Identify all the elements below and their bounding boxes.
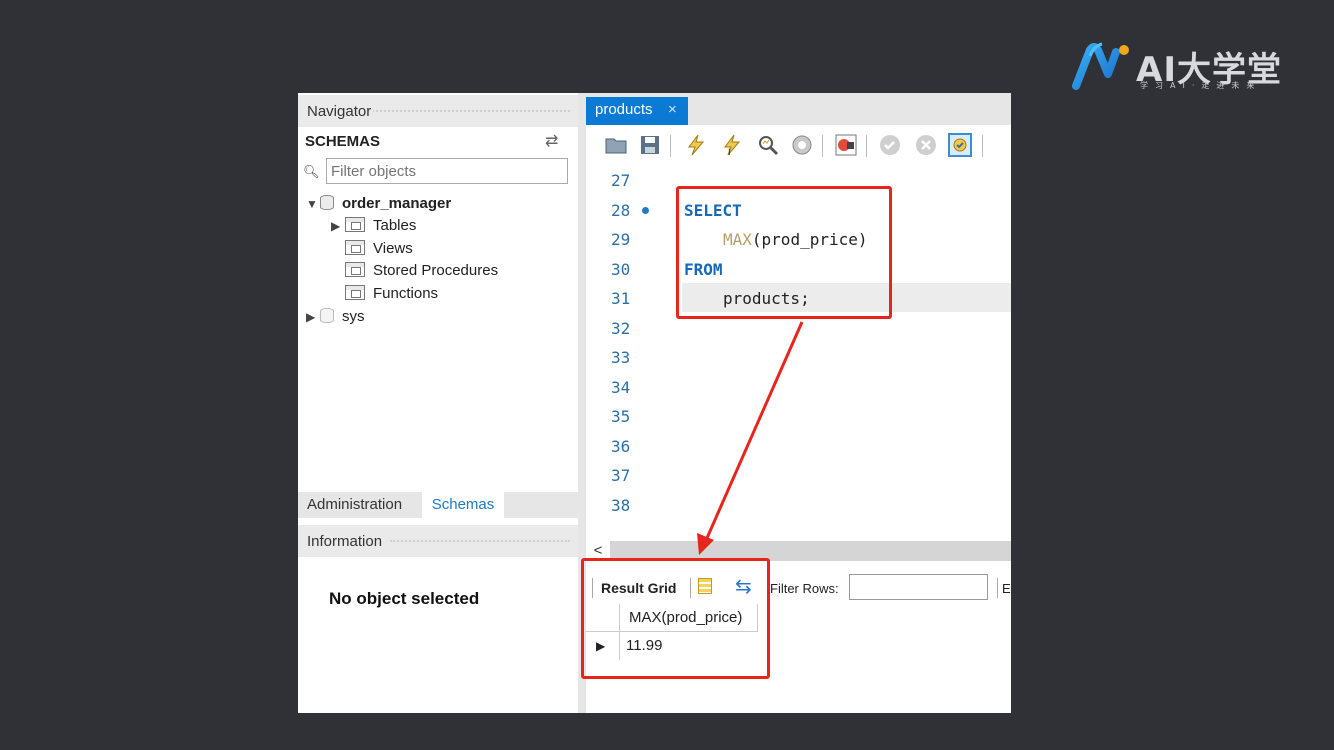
navigator-panel: Navigator SCHEMAS ⇄ 🔍︎ ▼ order_manager ▶ T… xyxy=(298,93,578,713)
database-icon xyxy=(320,195,334,210)
toolbar-separator xyxy=(997,578,998,598)
tab-administration[interactable]: Administration xyxy=(298,492,412,518)
tree-item-label: Views xyxy=(373,240,413,257)
tree-item-views[interactable]: Views xyxy=(345,240,413,262)
filter-rows-label: Filter Rows: xyxy=(770,581,839,596)
result-highlight-box xyxy=(581,558,770,679)
toolbar-separator xyxy=(982,135,983,157)
line-number: 38 xyxy=(611,495,631,515)
code-highlight-box xyxy=(676,186,892,319)
close-tab-icon[interactable]: × xyxy=(668,97,677,123)
refresh-schemas-icon[interactable]: ⇄ xyxy=(545,131,558,151)
functions-folder-icon xyxy=(345,285,365,300)
tree-item-tables[interactable]: ▶ Tables xyxy=(331,217,416,239)
toggle-error-stop-icon[interactable] xyxy=(834,133,858,157)
editor-tabbar: products × xyxy=(586,93,1011,125)
navigator-header: Navigator xyxy=(298,95,578,127)
line-number: 33 xyxy=(611,348,631,367)
schema-filter: 🔍︎ xyxy=(303,158,569,188)
expand-down-icon[interactable]: ▼ xyxy=(306,197,320,211)
logo-subtitle: 学习AI·走进未来 xyxy=(1140,81,1262,90)
editor-toolbar: I xyxy=(586,125,1011,165)
toolbar-separator xyxy=(866,135,867,157)
line-number: 27 xyxy=(611,171,631,190)
execute-current-icon[interactable]: I xyxy=(720,133,744,157)
line-number: 28 xyxy=(611,200,631,220)
toolbar-separator xyxy=(822,135,823,157)
explain-icon[interactable] xyxy=(756,133,780,157)
navigator-title: Navigator xyxy=(307,103,374,120)
expand-right-icon[interactable]: ▶ xyxy=(306,310,320,324)
line-number: 36 xyxy=(611,436,631,456)
filter-rows-input[interactable] xyxy=(849,574,988,600)
code-line[interactable]: 36 xyxy=(586,431,1011,460)
line-number: 30 xyxy=(611,259,631,279)
line-number: 29 xyxy=(611,230,631,249)
views-folder-icon xyxy=(345,240,365,255)
commit-icon[interactable] xyxy=(878,133,902,157)
line-number: 35 xyxy=(611,407,631,426)
logo-mark-icon xyxy=(1072,42,1129,90)
divider xyxy=(390,540,570,542)
procedures-folder-icon xyxy=(345,262,365,277)
statement-marker-icon[interactable] xyxy=(642,206,649,214)
autocommit-icon[interactable] xyxy=(948,133,972,157)
line-number: 31 xyxy=(611,289,631,308)
code-line[interactable]: 34 xyxy=(586,372,1011,401)
line-number: 34 xyxy=(611,377,631,397)
database-icon xyxy=(320,308,334,323)
divider xyxy=(368,110,570,112)
tab-products[interactable]: products × xyxy=(586,97,688,125)
tab-label: products xyxy=(595,101,653,118)
tree-item-label: order_manager xyxy=(342,195,452,212)
tree-item-label: sys xyxy=(342,308,365,325)
information-header: Information xyxy=(298,525,578,557)
tree-item-stored-procedures[interactable]: Stored Procedures xyxy=(345,262,498,284)
line-number: 37 xyxy=(611,466,631,485)
schemas-title: SCHEMAS xyxy=(305,133,381,150)
code-line[interactable]: 37 xyxy=(586,460,1011,489)
expand-right-icon[interactable]: ▶ xyxy=(331,219,345,233)
truncated-label: E xyxy=(1002,581,1011,596)
tree-item-sys[interactable]: ▶ sys xyxy=(306,308,365,330)
tree-item-functions[interactable]: Functions xyxy=(345,285,438,307)
tree-item-label: Stored Procedures xyxy=(373,262,499,279)
filter-objects-input[interactable] xyxy=(326,158,568,184)
execute-icon[interactable] xyxy=(684,133,708,157)
code-line[interactable]: 35 xyxy=(586,401,1011,430)
rollback-icon[interactable] xyxy=(914,133,938,157)
information-title: Information xyxy=(307,533,385,550)
table-folder-icon xyxy=(345,217,365,232)
tab-schemas[interactable]: Schemas xyxy=(422,492,504,518)
tree-item-label: Tables xyxy=(373,217,417,234)
tree-item-label: Functions xyxy=(373,285,439,302)
toolbar-separator xyxy=(670,135,671,157)
svg-text:I: I xyxy=(728,148,731,157)
tree-item-order-manager[interactable]: ▼ order_manager xyxy=(306,195,451,217)
open-file-icon[interactable] xyxy=(604,133,628,157)
no-object-message: No object selected xyxy=(329,589,480,608)
code-line[interactable]: 33 xyxy=(586,342,1011,371)
search-icon: 🔍︎ xyxy=(303,164,320,179)
code-line[interactable]: 38 xyxy=(586,490,1011,519)
save-icon[interactable] xyxy=(638,133,662,157)
stop-icon[interactable] xyxy=(790,133,814,157)
brand-logo: AI大学堂 学习AI·走进未来 xyxy=(1072,40,1302,96)
line-number: 32 xyxy=(611,318,631,338)
navigator-tabs: Administration Schemas xyxy=(298,492,578,518)
